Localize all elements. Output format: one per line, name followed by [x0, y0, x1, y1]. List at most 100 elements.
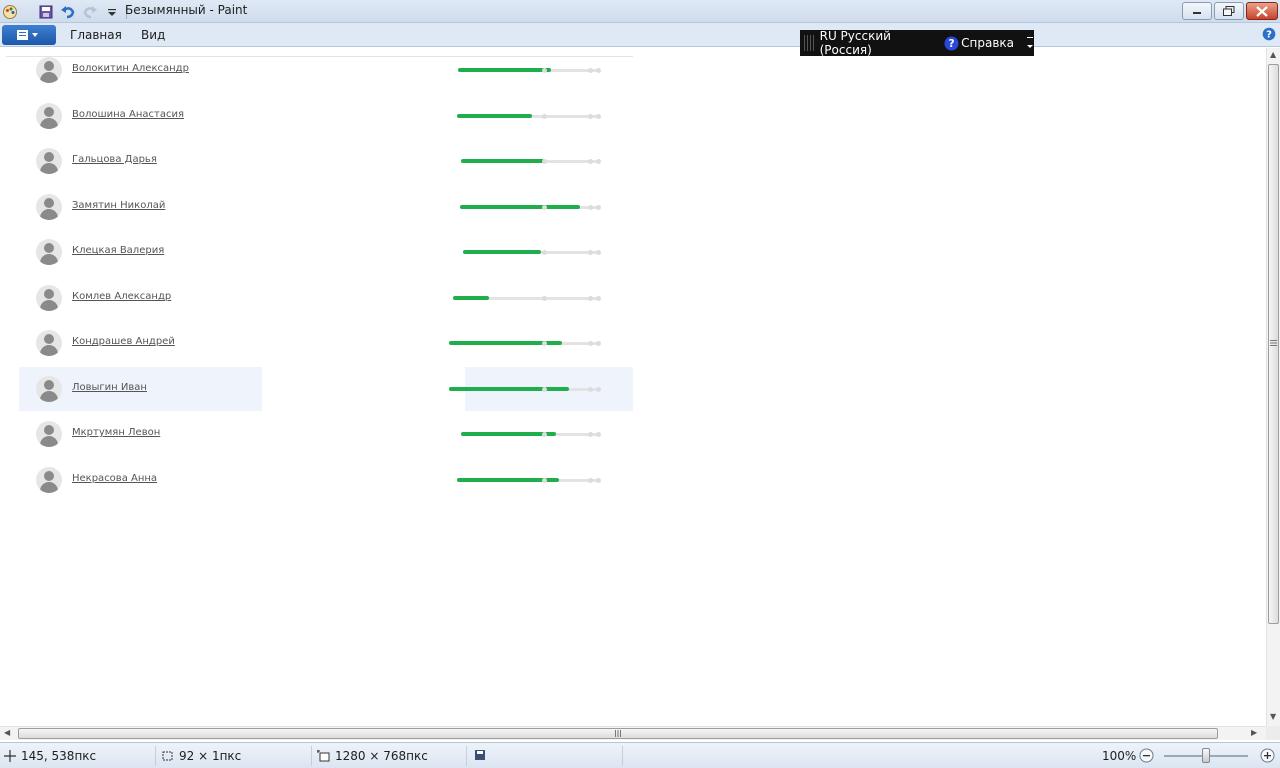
progress-dot — [588, 478, 593, 483]
quick-access-toolbar — [2, 3, 127, 20]
scroll-up-icon[interactable]: ▲ — [1270, 50, 1276, 59]
tab-home[interactable]: Главная — [70, 28, 122, 42]
scroll-down-icon[interactable]: ▼ — [1270, 712, 1276, 721]
progress-dot — [588, 341, 593, 346]
status-bar: 145, 538пкс 92 × 1пкс 1280 × 768пкс 100% — [0, 742, 1280, 768]
zoom-in-icon — [1260, 748, 1275, 763]
cursor-position: 145, 538пкс — [21, 749, 97, 763]
user-name-link[interactable]: Волошина Анастасия — [72, 109, 184, 120]
scroll-left-icon[interactable]: ◀ — [4, 728, 10, 737]
selection-size-cell: 92 × 1пкс — [161, 749, 241, 763]
undo-icon[interactable] — [60, 4, 76, 20]
progress-dot — [542, 432, 547, 437]
selection-icon — [162, 751, 173, 761]
progress-dot — [542, 478, 547, 483]
progress-bar — [458, 68, 551, 72]
avatar — [36, 421, 62, 447]
user-name-link[interactable]: Комлев Александр — [72, 291, 171, 302]
progress-dot — [596, 341, 601, 346]
redo-icon[interactable] — [82, 4, 98, 20]
close-icon — [1256, 5, 1268, 17]
vertical-scrollbar[interactable]: ▲ ▼ — [1266, 48, 1280, 726]
zoom-level: 100% — [1102, 749, 1137, 763]
zoom-out-icon — [1139, 748, 1154, 763]
horizontal-scrollbar[interactable]: ◀ ▶ — [0, 726, 1266, 740]
file-menu-button[interactable] — [2, 25, 56, 45]
progress-dot — [542, 387, 547, 392]
customize-toolbar-icon[interactable] — [104, 4, 120, 20]
window-title: Безымянный - Paint — [125, 3, 248, 17]
progress-dot — [596, 296, 601, 301]
user-name-link[interactable]: Кондрашев Андрей — [72, 336, 175, 347]
image-size: 1280 × 768пкс — [335, 749, 428, 763]
avatar — [36, 285, 62, 311]
status-separator — [155, 746, 156, 766]
language-bar: RU Русский (Россия) ? Справка — [800, 29, 1034, 57]
help-icon[interactable]: ? — [1262, 27, 1276, 44]
user-name-link[interactable]: Гальцова Дарья — [72, 154, 157, 165]
avatar — [36, 467, 62, 493]
zoom-in-button[interactable] — [1260, 748, 1275, 766]
minimize-icon — [1193, 12, 1201, 14]
langbar-options-icon[interactable] — [1026, 36, 1034, 50]
progress-dot — [596, 250, 601, 255]
grip-icon — [1270, 340, 1277, 346]
progress-dot — [596, 159, 601, 164]
status-separator — [311, 746, 312, 766]
content-divider — [6, 56, 633, 57]
restore-button[interactable] — [1214, 2, 1244, 20]
progress-dot — [596, 114, 601, 119]
progress-dot — [596, 68, 601, 73]
progress-dot — [542, 159, 547, 164]
progress-dot — [588, 205, 593, 210]
progress-dot — [542, 296, 547, 301]
avatar — [36, 239, 62, 265]
avatar — [36, 330, 62, 356]
user-name-link[interactable]: Клецкая Валерия — [72, 245, 164, 256]
avatar — [36, 103, 62, 129]
disk-icon — [475, 750, 485, 760]
user-name-link[interactable]: Некрасова Анна — [72, 473, 157, 484]
user-name-link[interactable]: Волокитин Александр — [72, 63, 189, 74]
title-bar: Безымянный - Paint — [0, 0, 1280, 23]
tab-view[interactable]: Вид — [141, 28, 165, 42]
close-button[interactable] — [1246, 2, 1278, 20]
language-indicator[interactable]: RU Русский (Россия) — [820, 29, 933, 57]
zoom-out-button[interactable] — [1139, 748, 1154, 766]
status-separator — [466, 746, 467, 766]
vertical-scroll-thumb[interactable] — [1268, 64, 1279, 624]
user-name-link[interactable]: Мкртумян Левон — [72, 427, 160, 438]
avatar — [36, 376, 62, 402]
user-name-link[interactable]: Замятин Николай — [72, 200, 165, 211]
restore-icon — [1223, 6, 1235, 16]
progress-dot — [588, 296, 593, 301]
help-label: Справка — [961, 36, 1014, 50]
progress-dot — [588, 159, 593, 164]
svg-text:?: ? — [949, 38, 955, 50]
avatar — [36, 194, 62, 220]
file-size-cell — [474, 749, 486, 761]
scroll-right-icon[interactable]: ▶ — [1251, 728, 1257, 737]
save-icon[interactable] — [38, 4, 54, 20]
progress-bar — [460, 205, 580, 209]
progress-dot — [596, 478, 601, 483]
ribbon: Главная Вид ? — [0, 23, 1280, 47]
selection-size: 92 × 1пкс — [179, 749, 242, 763]
avatar — [36, 57, 62, 83]
progress-dot — [596, 387, 601, 392]
horizontal-scroll-thumb[interactable] — [18, 728, 1218, 739]
langbar-help-button[interactable]: ? Справка — [944, 36, 1014, 51]
progress-dot — [588, 432, 593, 437]
status-separator — [622, 746, 623, 766]
langbar-grip[interactable] — [804, 35, 815, 51]
minimize-button[interactable] — [1182, 2, 1212, 20]
paint-app-icon[interactable] — [2, 4, 18, 20]
image-size-icon — [317, 750, 330, 762]
image-size-cell: 1280 × 768пкс — [317, 749, 428, 763]
progress-bar — [461, 159, 544, 163]
zoom-slider-thumb[interactable] — [1202, 748, 1210, 763]
progress-dot — [596, 432, 601, 437]
progress-bar — [457, 114, 532, 118]
user-name-link[interactable]: Ловыгин Иван — [72, 382, 147, 393]
progress-bar — [449, 387, 569, 391]
